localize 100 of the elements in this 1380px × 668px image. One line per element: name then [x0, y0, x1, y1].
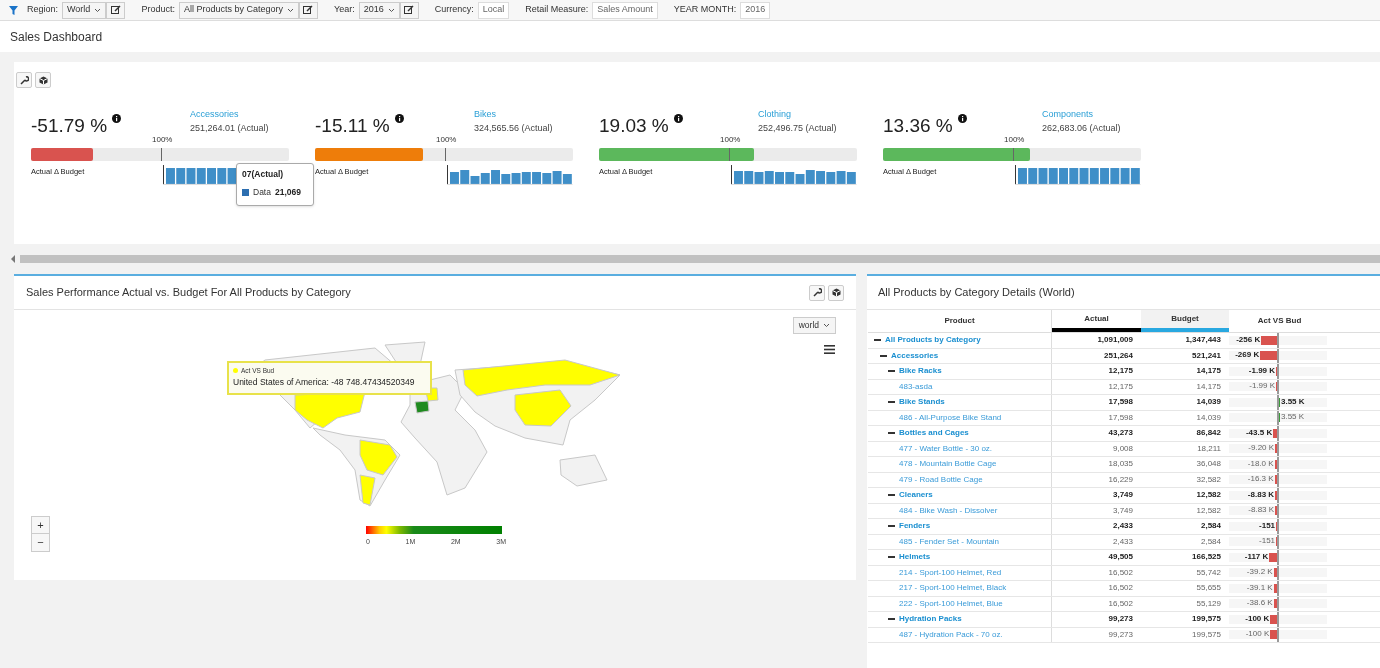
variance-track [1279, 490, 1327, 500]
product-link[interactable]: Bottles and Cages [899, 427, 969, 440]
tooltip-value: 21,069 [274, 185, 301, 199]
column-header[interactable]: Act VS Bud [1229, 310, 1330, 332]
edit-button[interactable] [399, 1, 419, 19]
variance-value: -38.6 K [1246, 597, 1273, 610]
product-link[interactable]: Hydration Packs [899, 613, 962, 626]
collapse-icon[interactable] [880, 352, 887, 360]
actual-cell: 1,091,009 [1097, 334, 1133, 347]
scroll-left-icon[interactable] [10, 255, 16, 263]
wrench-icon [812, 288, 822, 297]
variance-track [1279, 521, 1327, 531]
edit-button[interactable] [106, 1, 126, 19]
filter-value-field[interactable]: Local [477, 1, 510, 19]
budget-cell: 36,048 [1196, 458, 1221, 471]
variance-track [1279, 599, 1327, 609]
variance-value: -100 K [1245, 612, 1270, 625]
info-icon [673, 114, 683, 123]
collapse-icon[interactable] [888, 398, 895, 406]
column-header[interactable]: Budget [1141, 310, 1229, 332]
collapse-icon[interactable] [888, 615, 895, 623]
filter-dropdown[interactable]: World [62, 1, 107, 19]
variance-value: 3.55 K [1280, 395, 1305, 408]
wrench-icon [19, 75, 29, 85]
budget-cell: 55,742 [1196, 566, 1221, 579]
product-link[interactable]: Accessories [891, 349, 939, 362]
actual-cell: 16,502 [1108, 582, 1133, 595]
category-link[interactable]: Clothing [758, 107, 837, 121]
horizontal-scrollbar[interactable] [20, 255, 1380, 263]
product-link[interactable]: 222 - Sport-100 Helmet, Blue [899, 597, 1003, 610]
product-link[interactable]: 483-asda [899, 380, 933, 393]
product-link[interactable]: 485 - Fender Set - Mountain [899, 535, 1000, 548]
collapse-icon[interactable] [888, 429, 895, 437]
budget-cell: 86,842 [1196, 427, 1221, 440]
collapse-icon[interactable] [888, 553, 895, 561]
edit-button[interactable] [298, 1, 318, 19]
actual-cell: 3,749 [1112, 489, 1133, 502]
product-link[interactable]: 486 - All-Purpose Bike Stand [899, 411, 1002, 424]
product-link[interactable]: All Products by Category [885, 334, 981, 347]
actual-cell: 99,273 [1108, 613, 1133, 626]
menu-icon[interactable] [824, 345, 835, 354]
budget-cell: 14,039 [1196, 411, 1221, 424]
variance-track [1279, 614, 1327, 624]
actual-cell: 2,433 [1112, 535, 1133, 548]
product-link[interactable]: 478 - Mountain Bottle Cage [899, 458, 997, 471]
category-link[interactable]: Bikes [474, 107, 553, 121]
variance-value: -151 [1259, 535, 1276, 548]
wrench-button[interactable] [16, 72, 32, 88]
category-link[interactable]: Components [1042, 107, 1121, 121]
product-link[interactable]: Bike Stands [899, 396, 945, 409]
variance-value: -151 [1259, 519, 1276, 532]
variance-value: -39.2 K [1246, 566, 1273, 579]
panel-title: All Products by Category Details (World) [878, 285, 1075, 301]
product-link[interactable]: 484 - Bike Wash - Dissolver [899, 504, 998, 517]
variance-track [1279, 382, 1327, 392]
column-header[interactable]: Product [868, 310, 1052, 332]
region-dropdown[interactable]: world [792, 317, 836, 334]
filter-icon[interactable] [9, 5, 18, 15]
variance-value: -256 K [1236, 333, 1261, 346]
zoom-out-button[interactable]: − [31, 534, 50, 552]
budget-cell: 2,584 [1200, 535, 1221, 548]
category-link[interactable]: Accessories [190, 107, 269, 121]
collapse-icon[interactable] [874, 336, 881, 344]
product-link[interactable]: Helmets [899, 551, 931, 564]
filter-label: Year: [333, 3, 355, 17]
variance-value: -39.1 K [1246, 581, 1273, 594]
wrench-button[interactable] [809, 284, 825, 301]
filter-dropdown[interactable]: All Products by Category [178, 1, 299, 19]
caret-icon [94, 7, 102, 13]
variance-value: -43.5 K [1245, 426, 1273, 439]
variance-track [1279, 475, 1327, 485]
product-link[interactable]: 217 - Sport-100 Helmet, Black [899, 582, 1007, 595]
legend-swatch-icon [242, 188, 249, 196]
product-link[interactable]: 479 - Road Bottle Cage [899, 473, 983, 486]
cube-button[interactable] [35, 72, 51, 88]
filter-dropdown[interactable]: 2016 [358, 1, 400, 19]
cube-button[interactable] [828, 284, 844, 301]
actual-cell: 16,502 [1108, 597, 1133, 610]
zoom-in-button[interactable]: + [31, 516, 50, 534]
product-link[interactable]: 487 - Hydration Pack - 70 oz. [899, 628, 1003, 641]
product-link[interactable]: 214 - Sport-100 Helmet, Red [899, 566, 1002, 579]
edit-icon [303, 5, 314, 15]
product-link[interactable]: 477 - Water Bottle - 30 oz. [899, 442, 993, 455]
filter-value-field[interactable]: Sales Amount [592, 1, 658, 19]
product-link[interactable]: Bike Racks [899, 365, 942, 378]
actual-value: 252,496.75 (Actual) [758, 122, 837, 135]
budget-cell: 12,582 [1196, 489, 1221, 502]
collapse-icon[interactable] [888, 491, 895, 499]
collapse-icon[interactable] [888, 367, 895, 375]
actual-cell: 43,273 [1108, 427, 1133, 440]
product-link[interactable]: Fenders [899, 520, 931, 533]
caret-icon [823, 323, 830, 328]
collapse-icon[interactable] [888, 522, 895, 530]
variance-value: -269 K [1235, 349, 1260, 362]
filter-value-field[interactable]: 2016 [740, 1, 771, 19]
variance-track [1279, 630, 1327, 640]
actual-cell: 9,008 [1112, 442, 1133, 455]
kpi-percent: 13.36 % [883, 116, 953, 135]
product-link[interactable]: Cleaners [899, 489, 933, 502]
kpi-percent: 19.03 % [599, 116, 669, 135]
